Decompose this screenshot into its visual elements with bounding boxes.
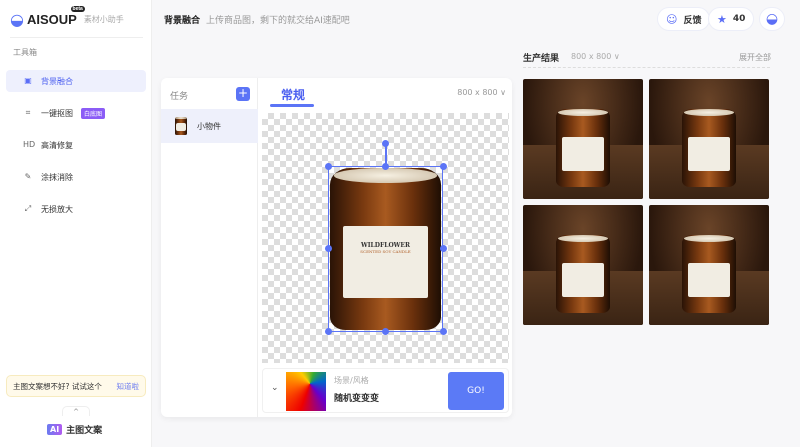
ai-button-label: 主图文案 <box>66 426 103 436</box>
style-bar: ⌄ 场景/风格 随机变变变 GO! <box>262 368 509 413</box>
brush-icon: ✎ <box>24 172 32 181</box>
soup-bowl-icon: ◒ <box>765 11 779 27</box>
results-title: 生产结果 <box>523 54 560 64</box>
logo[interactable]: ◒ AISOUP beta 素材小助手 <box>10 6 124 29</box>
result-image[interactable] <box>523 79 643 199</box>
soup-bowl-icon: ◒ <box>10 10 24 29</box>
points-button[interactable]: ★ 40 <box>708 7 755 31</box>
task-item-label: 小物件 <box>197 121 221 131</box>
feedback-button[interactable]: ☺ 反馈 <box>657 7 711 31</box>
tip-banner: 主图文案想不好? 试试这个 知道啦 <box>6 375 146 397</box>
result-image[interactable] <box>649 79 769 199</box>
feedback-label: 反馈 <box>683 15 702 26</box>
style-value: 随机变变变 <box>334 394 380 404</box>
dismiss-tip-link[interactable]: 知道啦 <box>117 381 140 392</box>
task-header: 任务 <box>170 92 189 102</box>
sidebar-item-erase[interactable]: ✎ 涂抹消除 <box>6 166 146 188</box>
divider <box>523 67 770 68</box>
sidebar-item-label: 高清修复 <box>41 140 73 150</box>
beta-badge: beta <box>70 6 85 12</box>
divider <box>10 37 143 38</box>
page-title: 背景融合 <box>164 16 201 26</box>
chevron-down-icon[interactable]: ⌄ <box>271 383 279 393</box>
result-image[interactable] <box>523 205 643 325</box>
star-icon: ★ <box>717 12 727 26</box>
editor-panel: 任务 + 小物件 常规 800 x 800 ∨ WILDFLOWER SCENTE… <box>161 78 512 417</box>
resize-handle[interactable] <box>382 328 389 335</box>
tab-general[interactable]: 常规 <box>281 86 305 103</box>
app-subtitle: 素材小助手 <box>83 15 124 24</box>
sidebar-item-upscale[interactable]: ⤢ 无损放大 <box>6 198 146 220</box>
image-blend-icon: ▣ <box>24 76 32 85</box>
ai-badge: AI <box>47 424 63 435</box>
section-label: 工具箱 <box>13 48 37 57</box>
ai-copywriting-button[interactable]: AI 主图文案 <box>47 423 102 436</box>
resize-handle[interactable] <box>440 328 447 335</box>
white-bg-badge: 白底图 <box>81 107 106 119</box>
expand-all-link[interactable]: 展开全部 <box>739 52 771 63</box>
resize-handle[interactable] <box>440 163 447 170</box>
sidebar: ◒ AISOUP beta 素材小助手 工具箱 ▣ 背景融合 ⌗ 一键抠图 白底图 HD… <box>0 0 152 447</box>
size-select[interactable]: 800 x 800 ∨ <box>457 88 506 97</box>
tip-text: 主图文案想不好? 试试这个 <box>13 381 102 391</box>
results-size-select[interactable]: 800 x 800 ∨ <box>571 52 620 61</box>
avatar[interactable]: ◒ <box>759 7 785 31</box>
task-item[interactable]: 小物件 <box>161 109 258 143</box>
selection-box[interactable] <box>328 166 443 332</box>
sidebar-item-hd-repair[interactable]: HD 高清修复 <box>6 134 146 156</box>
expand-icon: ⤢ <box>24 204 32 213</box>
tab-indicator <box>270 104 314 107</box>
cutout-icon: ⌗ <box>25 108 31 117</box>
sidebar-item-label: 背景融合 <box>41 76 73 86</box>
add-task-button[interactable]: + <box>236 87 250 101</box>
sidebar-item-label: 涂抹消除 <box>41 172 73 182</box>
canvas[interactable]: WILDFLOWER SCENTED SOY CANDLE <box>262 113 509 363</box>
result-image[interactable] <box>649 205 769 325</box>
task-thumbnail <box>175 117 187 135</box>
resize-handle[interactable] <box>325 163 332 170</box>
sidebar-item-label: 一键抠图 <box>41 108 73 118</box>
resize-handle[interactable] <box>382 163 389 170</box>
sidebar-item-cutout[interactable]: ⌗ 一键抠图 白底图 <box>6 102 146 124</box>
task-column: 任务 + 小物件 <box>161 78 258 417</box>
sidebar-item-label: 无损放大 <box>41 204 73 214</box>
hd-icon: HD <box>23 140 36 149</box>
resize-handle[interactable] <box>325 328 332 335</box>
chat-icon: ☺ <box>666 12 678 26</box>
style-thumbnail[interactable] <box>286 372 326 411</box>
style-label: 场景/风格 <box>334 376 369 385</box>
resize-handle[interactable] <box>440 245 447 252</box>
points-count: 40 <box>732 14 746 24</box>
page-subtitle: 上传商品图，剩下的就交给AI速配吧 <box>206 16 350 26</box>
sidebar-item-background-blend[interactable]: ▣ 背景融合 <box>6 70 146 92</box>
resize-handle[interactable] <box>325 245 332 252</box>
chevron-up-icon[interactable]: ^ <box>62 406 90 416</box>
app-name: AISOUP <box>26 12 77 27</box>
go-button[interactable]: GO! <box>448 372 504 410</box>
